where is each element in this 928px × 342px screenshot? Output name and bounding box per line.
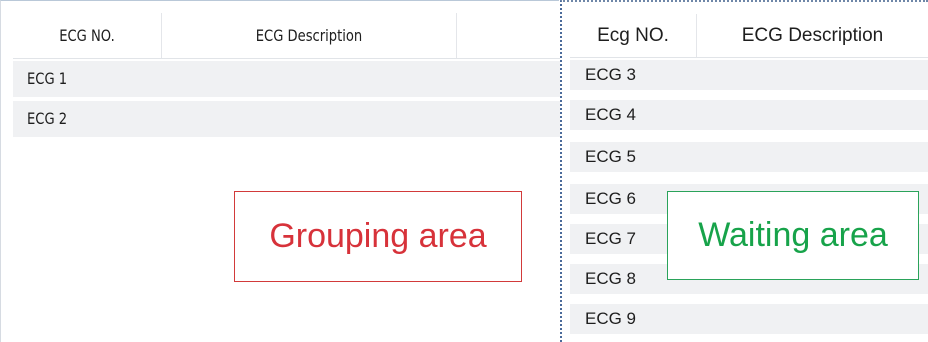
waiting-table-header: Ecg NO. ECG Description bbox=[570, 14, 928, 58]
waiting-table-row[interactable]: ECG 5 bbox=[570, 142, 928, 172]
grouping-table-header: ECG NO. ECG Description bbox=[13, 13, 560, 59]
ecg-no-cell: ECG 9 bbox=[585, 309, 637, 328]
ecg-no-cell: ECG 3 bbox=[585, 65, 637, 84]
ecg-no-cell: ECG 4 bbox=[585, 105, 637, 124]
ecg-no-cell: ECG 1 bbox=[27, 69, 68, 88]
grouping-area-label: Grouping area bbox=[269, 217, 487, 255]
column-header-ecg-no[interactable]: Ecg NO. bbox=[570, 14, 696, 58]
grouping-area-annotation: Grouping area bbox=[234, 191, 522, 282]
ecg-no-cell: ECG 6 bbox=[585, 189, 637, 208]
ecg-no-cell: ECG 5 bbox=[585, 147, 637, 166]
ecg-no-cell: ECG 7 bbox=[585, 229, 637, 248]
waiting-panel: Ecg NO. ECG Description ECG 3 ECG 4 ECG … bbox=[560, 0, 928, 342]
waiting-area-annotation: Waiting area bbox=[667, 191, 919, 280]
ecg-no-cell: ECG 2 bbox=[27, 109, 68, 128]
waiting-table-row[interactable]: ECG 3 bbox=[570, 60, 928, 90]
grouping-table-row[interactable]: ECG 1 bbox=[13, 61, 560, 97]
ecg-no-cell: ECG 8 bbox=[585, 269, 637, 288]
column-header-ecg-description[interactable]: ECG Description bbox=[188, 13, 429, 58]
column-header-ecg-no[interactable]: ECG NO. bbox=[26, 13, 147, 58]
waiting-area-label: Waiting area bbox=[698, 216, 888, 254]
column-divider[interactable] bbox=[456, 13, 457, 58]
waiting-table-row[interactable]: ECG 9 bbox=[570, 304, 928, 334]
grouping-table-row[interactable]: ECG 2 bbox=[13, 101, 560, 137]
column-divider[interactable] bbox=[161, 13, 162, 58]
column-header-ecg-description[interactable]: ECG Description bbox=[697, 14, 928, 58]
grouping-panel: ECG NO. ECG Description ECG 1 ECG 2 bbox=[0, 0, 560, 342]
waiting-table-row[interactable]: ECG 4 bbox=[570, 100, 928, 130]
